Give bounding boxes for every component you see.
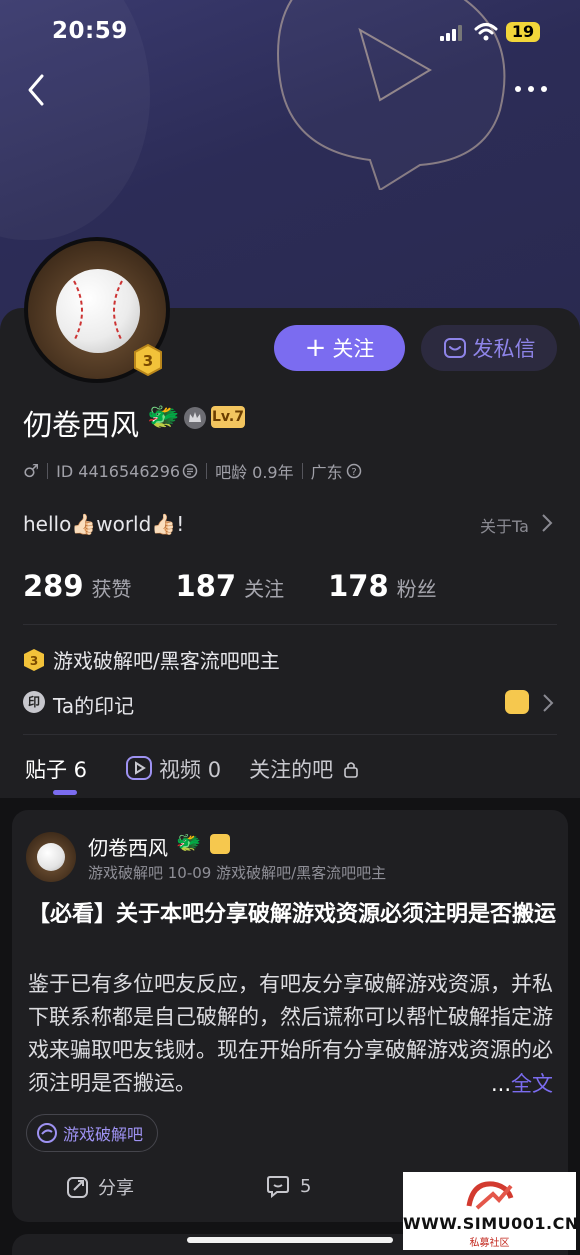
gem-icon	[210, 834, 230, 854]
bio-text: hello👍🏻world👍🏻!	[23, 512, 185, 536]
message-icon	[443, 338, 466, 358]
help-icon[interactable]: ?	[346, 463, 362, 479]
share-label: 分享	[98, 1178, 134, 1199]
admin-level-badge-icon: 3	[134, 344, 162, 376]
bar-tag-label: 游戏破解吧	[63, 1125, 144, 1144]
message-label: 发私信	[472, 337, 536, 361]
svg-text:3: 3	[30, 654, 38, 668]
chevron-right-icon[interactable]	[541, 513, 553, 533]
comment-button[interactable]: 5	[266, 1174, 311, 1198]
more-options-icon[interactable]	[514, 84, 548, 94]
bar-icon	[37, 1123, 57, 1143]
dragon-icon: 🐲	[176, 830, 201, 854]
tab-videos-label: 视频 0	[159, 758, 222, 782]
bar-age: 吧龄 0.9年	[215, 463, 294, 482]
svg-text:?: ?	[351, 467, 356, 478]
status-time: 20:59	[52, 18, 128, 44]
profile-tabs: 贴子 6 视频 0 关注的吧	[25, 754, 359, 784]
tab-followed-bars[interactable]: 关注的吧	[249, 754, 359, 784]
user-id: ID 4416546296	[56, 461, 181, 481]
bar-tag[interactable]: 游戏破解吧	[26, 1114, 159, 1152]
gem-icon	[505, 690, 529, 714]
seal-row[interactable]: 印 Ta的印记	[23, 690, 557, 718]
chevron-right-icon[interactable]	[542, 693, 554, 713]
copy-icon[interactable]	[182, 463, 198, 479]
video-icon	[126, 756, 153, 780]
comment-icon	[267, 1176, 289, 1198]
level-badge: Lv.7	[211, 406, 245, 428]
post-author-name[interactable]: 仞卷西风	[88, 832, 168, 861]
seal-text: Ta的印记	[53, 694, 135, 718]
dragon-icon: 🐲	[147, 402, 180, 432]
signal-icon	[440, 25, 462, 41]
svg-text:3: 3	[143, 352, 153, 370]
crown-icon	[184, 407, 206, 429]
tab-posts[interactable]: 贴子 6	[25, 754, 87, 784]
home-indicator[interactable]	[187, 1237, 393, 1243]
comment-count: 5	[300, 1175, 312, 1197]
watermark-logo	[466, 1181, 514, 1210]
about-link[interactable]: 关于Ta	[480, 513, 529, 537]
share-icon	[67, 1177, 88, 1198]
follow-label: 关注	[332, 337, 375, 361]
tab-videos[interactable]: 视频 0	[125, 754, 221, 784]
stat-following[interactable]: 187 关注	[176, 569, 285, 603]
male-icon: ♂	[23, 460, 40, 482]
post-title[interactable]: 【必看】关于本吧分享破解游戏资源必须注明是否搬运	[28, 898, 556, 932]
profile-meta: ♂ ID 4416546296 吧龄 0.9年 广东 ?	[23, 459, 362, 483]
tab-indicator	[53, 790, 77, 795]
message-button[interactable]: 发私信	[421, 325, 557, 371]
share-button[interactable]: 分享	[66, 1174, 134, 1200]
status-bar: 20:59 19	[0, 0, 580, 66]
profile-stats: 289 获赞 187 关注 178 粉丝	[23, 569, 437, 603]
baseball-image	[56, 269, 140, 353]
follow-button[interactable]: + 关注	[274, 325, 405, 371]
admin-badge-icon: 3	[24, 648, 44, 671]
tab-followed-bars-label: 关注的吧	[249, 758, 334, 782]
wifi-icon	[474, 23, 498, 41]
divider	[23, 624, 557, 625]
admin-text: 游戏破解吧/黑客流吧吧主	[53, 649, 280, 673]
lock-icon	[344, 762, 358, 778]
watermark-subtext: 私募社区	[469, 1238, 510, 1249]
read-more-link[interactable]: ...全文	[489, 1068, 554, 1098]
stat-likes[interactable]: 289 获赞	[23, 569, 132, 603]
location: 广东	[310, 463, 343, 482]
plus-icon: +	[304, 333, 327, 363]
back-arrow-icon[interactable]	[24, 72, 48, 108]
divider	[23, 734, 557, 735]
watermark: WWW.SIMU001.CN 私募社区	[403, 1172, 579, 1250]
seal-icon: 印	[23, 691, 45, 713]
post-body[interactable]: 鉴于已有多位吧友反应，有吧友分享破解游戏资源，并私下联系称都是自己破解的，然后谎…	[28, 968, 560, 1100]
username: 仞卷西风	[23, 408, 140, 442]
battery-indicator: 19	[506, 22, 540, 42]
watermark-text: WWW.SIMU001.CN	[403, 1214, 579, 1233]
admin-row[interactable]: 3 游戏破解吧/黑客流吧吧主	[23, 645, 280, 674]
post-meta: 游戏破解吧 10-09 游戏破解吧/黑客流吧吧主	[88, 864, 387, 882]
post-card[interactable]: 仞卷西风 🐲 游戏破解吧 10-09 游戏破解吧/黑客流吧吧主 【必看】关于本吧…	[12, 810, 568, 1222]
post-author-avatar[interactable]	[26, 832, 76, 882]
stat-followers[interactable]: 178 粉丝	[328, 569, 437, 603]
